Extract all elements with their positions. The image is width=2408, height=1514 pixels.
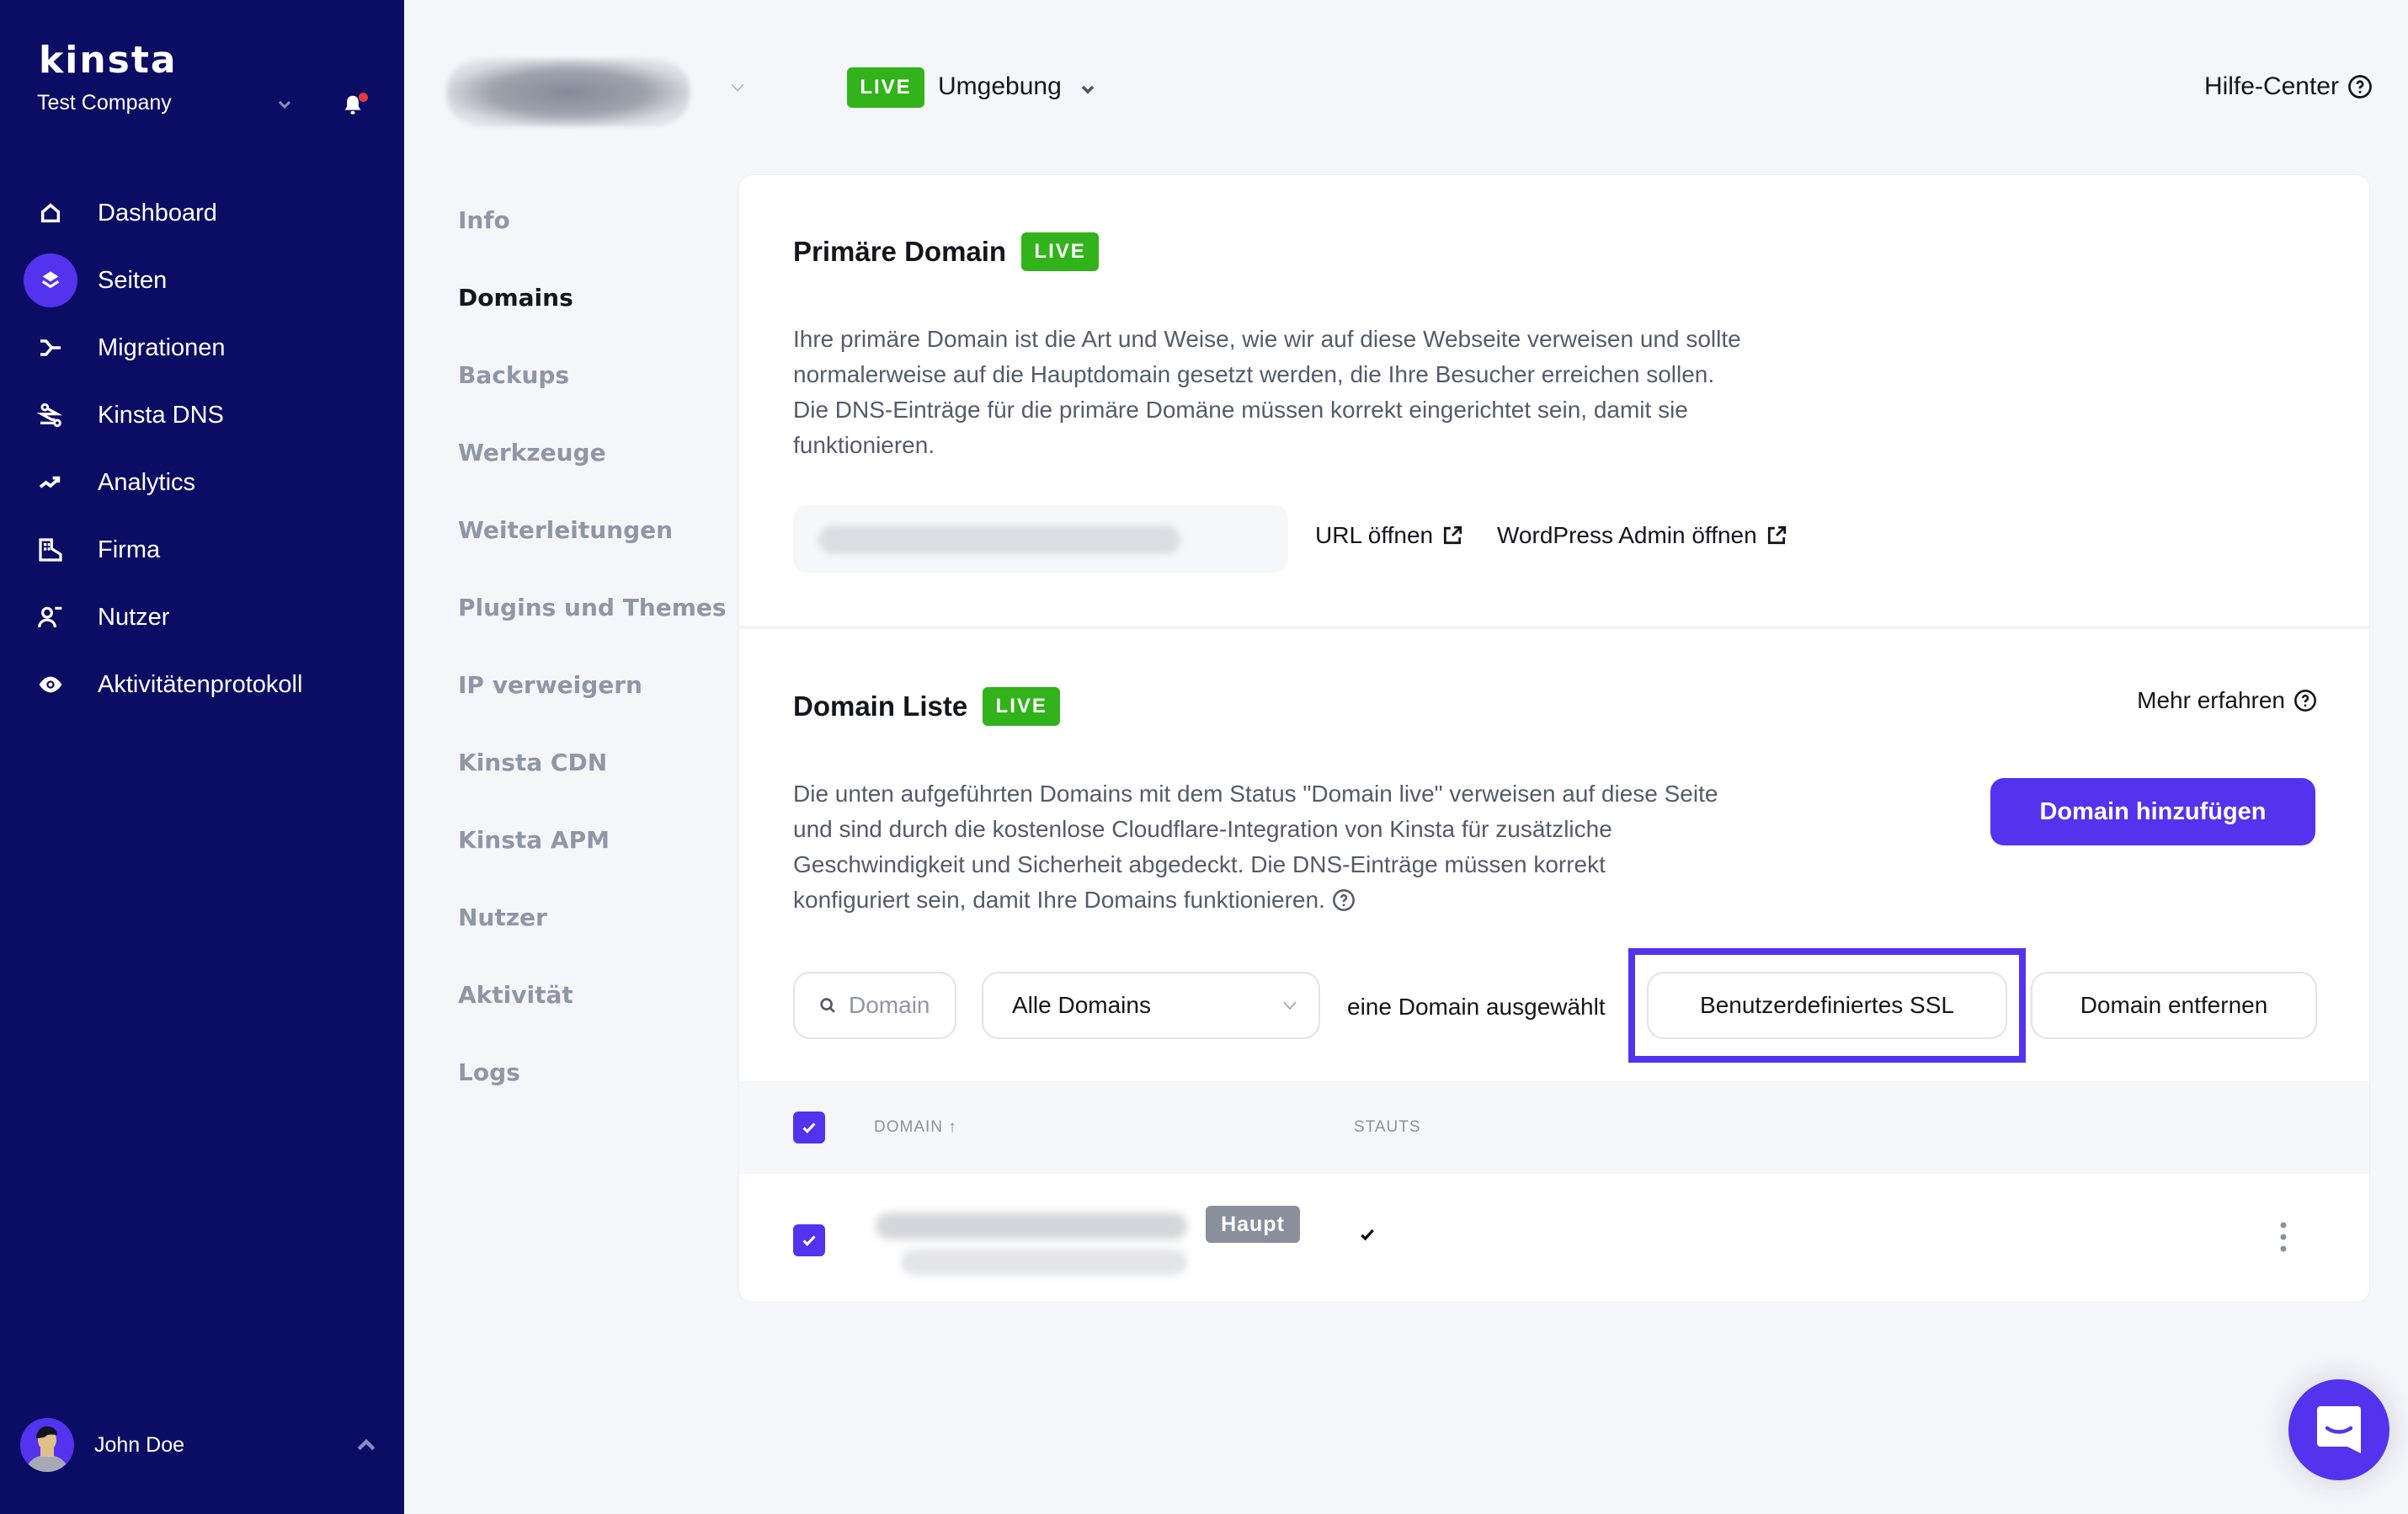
chat-icon [2317, 1406, 2361, 1453]
sidebar-item-label: Migrationen [98, 333, 226, 361]
column-header-status: STAUTS [1354, 1118, 1421, 1136]
subnav-item-plugins-themes[interactable]: Plugins und Themes [458, 596, 727, 674]
subnav-item-ip-verweigern[interactable]: IP verweigern [458, 674, 727, 751]
sidebar: kinsta Test Company Dashboard Seiten Mig… [0, 0, 404, 1514]
select-all-checkbox[interactable] [793, 1112, 825, 1143]
sidebar-item-migrationen[interactable]: Migrationen [0, 314, 404, 381]
domain-list-live-badge: LIVE [983, 687, 1061, 726]
domain-table-header: DOMAIN ↑ STAUTS [739, 1081, 2369, 1174]
remove-domain-button[interactable]: Domain entfernen [2031, 972, 2317, 1039]
trend-up-icon [24, 456, 77, 509]
primary-domain-description: Ihre primäre Domain ist die Art und Weis… [793, 326, 1741, 458]
chevron-down-icon [1283, 1001, 1297, 1010]
user-icon [24, 590, 77, 644]
dns-icon [24, 388, 77, 442]
avatar [20, 1418, 74, 1472]
check-icon [802, 1122, 816, 1133]
sidebar-item-nutzer[interactable]: Nutzer [0, 584, 404, 651]
sidebar-item-label: Aktivitätenprotokoll [98, 670, 303, 698]
environment-live-badge: LIVE [847, 67, 924, 108]
notification-dot [359, 93, 368, 102]
sidebar-item-seiten[interactable]: Seiten [0, 247, 404, 314]
sidebar-item-firma[interactable]: Firma [0, 516, 404, 584]
subnav-item-info[interactable]: Info [458, 209, 727, 286]
question-circle-icon[interactable] [1332, 888, 1356, 912]
company-switcher[interactable]: Test Company [37, 91, 172, 115]
more-vertical-icon[interactable] [2278, 1221, 2288, 1253]
row-checkbox[interactable] [793, 1224, 825, 1256]
subnav-item-logs[interactable]: Logs [458, 1061, 727, 1138]
chevron-down-icon[interactable] [274, 94, 295, 115]
sidebar-item-label: Seiten [98, 266, 168, 294]
sidebar-item-label: Dashboard [98, 199, 217, 227]
site-selector[interactable] [446, 59, 690, 126]
check-icon [802, 1235, 816, 1246]
chevron-down-icon[interactable] [1078, 79, 1098, 99]
domain-filter-select[interactable]: Alle Domains [982, 972, 1320, 1039]
primary-domain-badge: Haupt [1206, 1206, 1300, 1243]
subnav-item-weiterleitungen[interactable]: Weiterleitungen [458, 519, 727, 596]
subnav-item-kinsta-apm[interactable]: Kinsta APM [458, 829, 727, 906]
domain-list-description: Die unten aufgeführten Domains mit dem S… [793, 781, 1718, 913]
home-icon [24, 186, 77, 240]
search-icon [820, 998, 835, 1013]
subnav-item-aktivitaet[interactable]: Aktivität [458, 984, 727, 1061]
open-url-link[interactable]: URL öffnen [1315, 522, 1463, 549]
main-nav: Dashboard Seiten Migrationen Kinsta DNS … [0, 179, 404, 718]
selection-count-text: eine Domain ausgewählt [1347, 994, 1606, 1020]
sidebar-item-analytics[interactable]: Analytics [0, 449, 404, 516]
layers-icon [24, 253, 77, 307]
domain-list-title: Domain Liste [793, 690, 968, 722]
sidebar-item-kinsta-dns[interactable]: Kinsta DNS [0, 381, 404, 449]
subnav-item-kinsta-cdn[interactable]: Kinsta CDN [458, 751, 727, 829]
blurred-domain-value [818, 525, 1180, 554]
status-check-icon [1361, 1229, 1374, 1241]
migration-icon [24, 321, 77, 375]
sidebar-item-dashboard[interactable]: Dashboard [0, 179, 404, 247]
column-header-domain[interactable]: DOMAIN ↑ [874, 1118, 957, 1137]
sidebar-item-label: Firma [98, 536, 161, 563]
environment-selector[interactable]: Umgebung [938, 72, 1062, 101]
eye-icon [24, 658, 77, 712]
open-wp-admin-link[interactable]: WordPress Admin öffnen [1497, 522, 1787, 549]
question-circle-icon [2294, 690, 2316, 712]
subnav-item-nutzer[interactable]: Nutzer [458, 906, 727, 984]
table-row: Haupt [739, 1174, 2369, 1302]
chevron-down-icon[interactable] [727, 77, 748, 98]
chat-support-button[interactable] [2288, 1379, 2389, 1480]
primary-domain-select[interactable] [793, 505, 1288, 573]
subnav-item-domains[interactable]: Domains [458, 286, 727, 364]
user-name: John Doe [94, 1433, 185, 1457]
help-center-link[interactable]: Hilfe-Center [2204, 72, 2373, 101]
primary-domain-title: Primäre Domain [793, 236, 1007, 267]
sidebar-item-label: Nutzer [98, 603, 170, 631]
add-domain-button[interactable]: Domain hinzufügen [1990, 778, 2315, 845]
primary-domain-live-badge: LIVE [1021, 232, 1100, 271]
sidebar-item-aktivitaetenprotokoll[interactable]: Aktivitätenprotokoll [0, 651, 404, 718]
blurred-domain-name [867, 1207, 1197, 1283]
external-link-icon [1444, 525, 1462, 545]
domain-search-input[interactable] [849, 992, 941, 1019]
help-center-label: Hilfe-Center [2203, 72, 2339, 100]
user-menu[interactable]: John Doe [0, 1415, 404, 1474]
custom-ssl-button[interactable]: Benutzerdefiniertes SSL [1647, 972, 2007, 1039]
learn-more-link[interactable]: Mehr erfahren [2137, 687, 2317, 714]
question-circle-icon [2348, 75, 2372, 99]
site-subnav: Info Domains Backups Werkzeuge Weiterlei… [458, 209, 727, 1138]
domain-search[interactable] [793, 972, 956, 1039]
domains-card: Primäre Domain LIVE Ihre primäre Domain … [739, 175, 2369, 1302]
chevron-up-icon[interactable] [354, 1433, 379, 1458]
sidebar-item-label: Kinsta DNS [98, 401, 224, 429]
sidebar-item-label: Analytics [98, 468, 196, 496]
building-icon [24, 523, 77, 577]
domain-filter-value: Alle Domains [1012, 992, 1151, 1018]
subnav-item-backups[interactable]: Backups [458, 364, 727, 441]
external-link-icon [1767, 525, 1786, 545]
primary-domain-header: Primäre Domain LIVE [793, 232, 1100, 271]
kinsta-logo[interactable]: kinsta [39, 39, 178, 82]
domain-list-header: Domain Liste LIVE [793, 687, 1061, 726]
section-divider [739, 626, 2369, 629]
subnav-item-werkzeuge[interactable]: Werkzeuge [458, 441, 727, 519]
